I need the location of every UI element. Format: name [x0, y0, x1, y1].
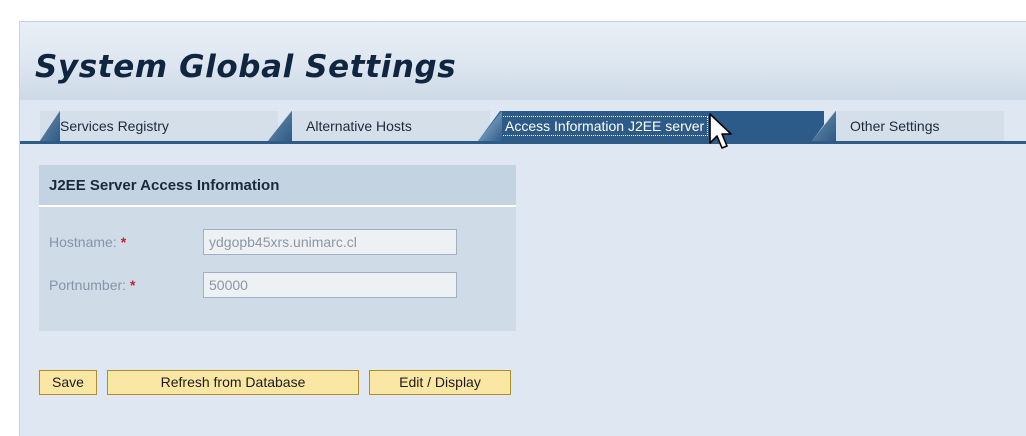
- group-header: J2EE Server Access Information: [39, 165, 516, 207]
- edit-display-button[interactable]: Edit / Display: [369, 370, 511, 395]
- j2ee-access-group: J2EE Server Access Information Hostname:…: [39, 165, 516, 331]
- hostname-field[interactable]: [203, 229, 457, 255]
- tab-other-settings[interactable]: Other Settings: [812, 111, 1004, 141]
- title-bar: System Global Settings: [20, 22, 1026, 100]
- main-frame: System Global Settings Services Registry…: [19, 21, 1026, 436]
- tab-label: Services Registry: [60, 118, 169, 134]
- portnumber-field[interactable]: [203, 272, 457, 298]
- hostname-label-text: Hostname:: [49, 234, 117, 250]
- portnumber-label-text: Portnumber:: [49, 277, 127, 293]
- page-title: System Global Settings: [35, 49, 457, 85]
- refresh-from-database-button[interactable]: Refresh from Database: [107, 370, 359, 395]
- required-marker: *: [120, 234, 127, 250]
- hostname-label: Hostname: *: [49, 234, 126, 250]
- tab-services-registry[interactable]: Services Registry: [40, 111, 278, 141]
- tab-baseline: [20, 141, 1026, 144]
- portnumber-label: Portnumber: *: [49, 277, 136, 293]
- save-button[interactable]: Save: [39, 370, 97, 395]
- arrow-pointer-icon: [709, 113, 732, 149]
- tab-access-information-j2ee-server[interactable]: Access Information J2EE server: [478, 111, 824, 141]
- tab-strip: Services Registry Alternative Hosts Acce…: [20, 111, 1026, 141]
- group-title: J2EE Server Access Information: [49, 177, 280, 194]
- tab-alternative-hosts[interactable]: Alternative Hosts: [268, 111, 490, 141]
- tab-label: Other Settings: [850, 118, 940, 134]
- tab-label: Alternative Hosts: [306, 118, 412, 134]
- required-marker: *: [130, 277, 136, 293]
- tab-label: Access Information J2EE server: [500, 116, 709, 136]
